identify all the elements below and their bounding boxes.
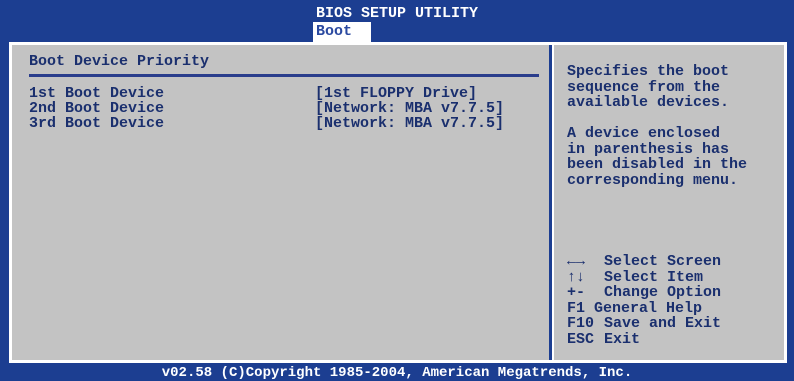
key-desc: Select Item (604, 268, 704, 286)
key-row-change-option: +- Change Option (567, 285, 782, 301)
help-line: available devices. (567, 94, 730, 111)
key-label: F1 (567, 299, 586, 317)
boot-device-value[interactable]: [Network: MBA v7.7.5] (315, 116, 504, 131)
help-line: A device enclosed (567, 125, 721, 142)
key-legend: ←→ Select Screen ↑↓ Select Item +- Chang… (567, 254, 782, 347)
up-down-arrows-icon: ↑↓ (567, 268, 586, 286)
section-title: Boot Device Priority (29, 53, 210, 70)
copyright-footer: v02.58 (C)Copyright 1985-2004, American … (161, 365, 633, 381)
key-row-exit: ESC Exit (567, 330, 782, 348)
key-row-general-help: F1 General Help (567, 299, 782, 317)
key-desc: General Help (594, 299, 703, 317)
key-desc: Change Option (604, 284, 722, 301)
boot-device-label: 3rd Boot Device (29, 115, 165, 132)
left-right-arrows-icon: ←→ (567, 253, 586, 270)
key-desc: Exit (604, 330, 641, 348)
help-line: sequence from the (567, 78, 721, 96)
help-line (567, 111, 782, 127)
boot-device-row-3[interactable]: 3rd Boot Device [Network: MBA v7.7.5] (29, 116, 539, 131)
main-frame: Boot Device Priority 1st Boot Device [1s… (9, 42, 787, 363)
boot-device-value[interactable]: [1st FLOPPY Drive] (315, 86, 477, 101)
tab-boot[interactable]: Boot (313, 22, 371, 42)
key-row-save-exit: F10 Save and Exit (567, 316, 782, 332)
boot-device-value[interactable]: [Network: MBA v7.7.5] (315, 101, 504, 116)
boot-device-row-2[interactable]: 2nd Boot Device [Network: MBA v7.7.5] (29, 101, 539, 116)
help-line: corresponding menu. (567, 171, 739, 189)
key-desc: Select Screen (604, 253, 722, 270)
key-label: +- (567, 284, 586, 301)
key-desc: Save and Exit (604, 315, 722, 332)
help-text: Specifies the boot sequence from the avail… (567, 64, 782, 188)
boot-device-row-1[interactable]: 1st Boot Device [1st FLOPPY Drive] (29, 86, 539, 101)
help-line: Specifies the boot (567, 63, 730, 80)
section-divider (29, 74, 539, 77)
boot-device-label: 1st Boot Device (29, 85, 165, 102)
key-row-select-item: ↑↓ Select Item (567, 268, 782, 286)
boot-device-label: 2nd Boot Device (29, 100, 165, 117)
pane-divider-highlight (552, 45, 554, 360)
help-line: in parenthesis has (567, 140, 730, 158)
settings-pane: Boot Device Priority 1st Boot Device [1s… (12, 45, 549, 360)
bios-screen: BIOS SETUP UTILITY Boot Boot Device Prio… (0, 0, 794, 381)
help-line: been disabled in the (567, 156, 748, 173)
key-label: ESC (567, 330, 595, 348)
key-label: F10 (567, 315, 595, 332)
key-row-select-screen: ←→ Select Screen (567, 254, 782, 270)
bios-title: BIOS SETUP UTILITY (315, 5, 479, 22)
